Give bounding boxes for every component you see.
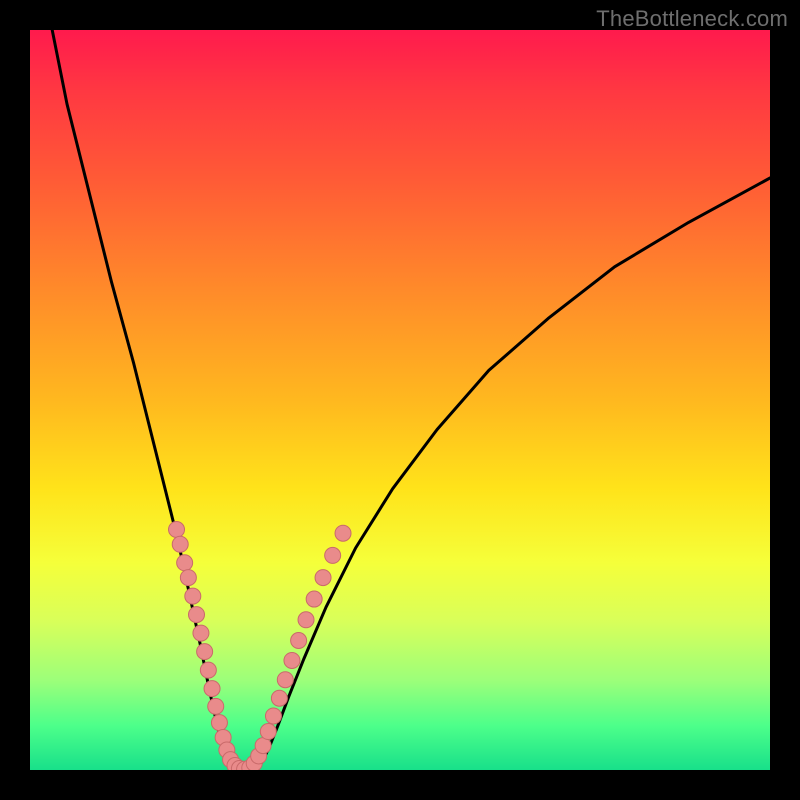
chart-frame: TheBottleneck.com — [0, 0, 800, 800]
scatter-dot — [306, 591, 322, 607]
scatter-dot — [325, 547, 341, 563]
scatter-dot — [197, 644, 213, 660]
plot-area — [30, 30, 770, 770]
scatter-dot — [335, 525, 351, 541]
chart-svg — [30, 30, 770, 770]
scatter-dot — [185, 588, 201, 604]
scatter-dot — [180, 570, 196, 586]
v-curve-path — [52, 30, 770, 770]
watermark-text: TheBottleneck.com — [596, 6, 788, 32]
scatter-dots — [169, 522, 351, 771]
scatter-dot — [189, 607, 205, 623]
scatter-dot — [271, 690, 287, 706]
scatter-dot — [193, 625, 209, 641]
scatter-dot — [298, 612, 314, 628]
scatter-dot — [315, 570, 331, 586]
scatter-dot — [169, 522, 185, 538]
scatter-dot — [260, 724, 276, 740]
scatter-dot — [172, 536, 188, 552]
scatter-dot — [284, 652, 300, 668]
scatter-dot — [177, 555, 193, 571]
scatter-dot — [204, 681, 220, 697]
scatter-dot — [265, 708, 281, 724]
scatter-dot — [200, 662, 216, 678]
scatter-dot — [211, 715, 227, 731]
scatter-dot — [291, 633, 307, 649]
bottleneck-curve — [52, 30, 770, 770]
scatter-dot — [208, 698, 224, 714]
scatter-dot — [277, 672, 293, 688]
